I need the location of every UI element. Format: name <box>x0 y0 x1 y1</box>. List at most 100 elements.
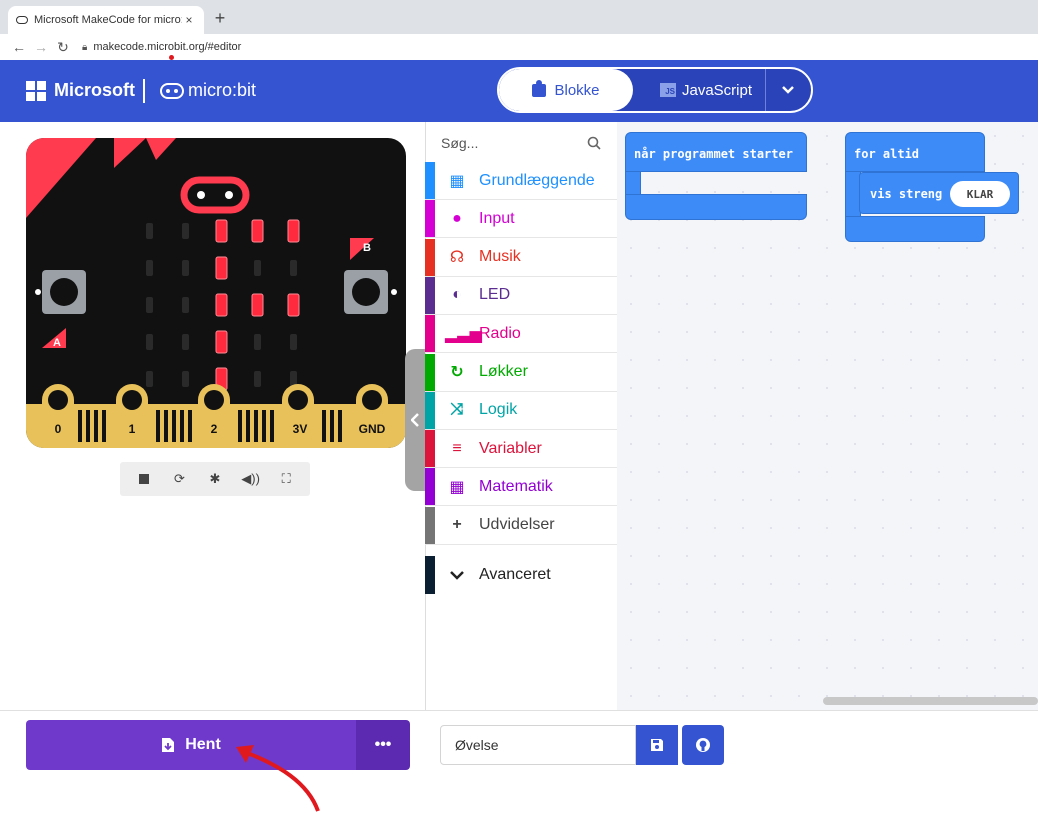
led-2-1 <box>182 297 189 313</box>
download-label: Hent <box>185 736 221 753</box>
category-label: Udvidelser <box>479 516 555 534</box>
category-label: Musik <box>479 248 521 266</box>
microsoft-squares-icon <box>26 80 46 101</box>
toolbox-search-input[interactable]: Søg... <box>425 126 617 160</box>
simulator-controls: ⟳ ✱ ◀)) ⛶ <box>120 462 310 496</box>
led-1-2 <box>215 256 228 280</box>
category-led[interactable]: ◐ LED <box>425 276 617 315</box>
category-icon: ≡ <box>452 439 462 457</box>
pin-label-3v: 3V <box>293 422 308 436</box>
category-label: Løkker <box>479 363 528 380</box>
category-logik[interactable]: ⤨ Logik <box>425 391 617 430</box>
pin-label-2: 2 <box>211 422 218 436</box>
led-2-0 <box>146 297 153 313</box>
category-udvidelser[interactable]: + Udvidelser <box>425 506 617 545</box>
chevron-left-icon <box>411 413 419 427</box>
forever-block[interactable]: for altid <box>845 132 985 172</box>
forward-icon[interactable]: → <box>30 39 52 55</box>
led-1-0 <box>146 260 153 276</box>
category-icon: ▂▃▅ <box>445 325 482 343</box>
more-options-button[interactable]: ••• <box>356 720 410 770</box>
category-icon: ▦ <box>449 478 465 496</box>
led-3-3 <box>254 334 261 350</box>
led-3-2 <box>215 330 228 354</box>
microsoft-logo[interactable]: Microsoft <box>26 80 135 101</box>
pin-label-1: 1 <box>129 422 136 436</box>
led-2-2 <box>215 293 228 317</box>
category-icon: ▦ <box>449 172 465 190</box>
category-label: LED <box>479 286 511 304</box>
category-advanced[interactable]: Avanceret <box>425 556 617 594</box>
forever-label: for altid <box>854 147 920 161</box>
tab-close-icon[interactable]: × <box>182 13 196 27</box>
category-icon: ↻ <box>450 364 464 381</box>
category-color-bar <box>425 162 435 199</box>
category-icon: + <box>452 516 462 534</box>
microsoft-label: Microsoft <box>54 80 135 100</box>
puzzle-piece-icon <box>532 79 547 97</box>
on-start-block-bottom <box>625 194 807 220</box>
category-radio[interactable]: ▂▃▅ Radio <box>425 315 617 354</box>
category-color-bar <box>425 391 435 429</box>
category-grundlæggende[interactable]: ▦ Grundlæggende <box>425 162 617 200</box>
show-string-label: vis streng <box>870 187 943 201</box>
category-color-bar <box>425 556 435 594</box>
mute-icon[interactable]: ◀)) <box>237 465 265 493</box>
back-icon[interactable]: ← <box>8 39 30 55</box>
category-label: Variabler <box>479 439 542 457</box>
javascript-tab[interactable]: JS JavaScript <box>648 69 764 111</box>
microbit-logo[interactable]: micro:bit <box>160 80 256 101</box>
pin-label-0: 0 <box>55 422 62 436</box>
category-label: Avanceret <box>479 566 551 583</box>
category-input[interactable]: ● Input <box>425 200 617 239</box>
restart-icon[interactable]: ⟳ <box>165 465 193 493</box>
button-a[interactable] <box>35 270 86 314</box>
button-b-label: B <box>363 242 371 254</box>
button-a-label: A <box>53 337 61 349</box>
category-label: Logik <box>479 401 518 419</box>
blocks-tab[interactable]: Blokke <box>499 69 633 111</box>
category-color-bar <box>425 315 435 353</box>
url-field[interactable]: 🔒︎ makecode.microbit.org/#editor <box>82 41 241 53</box>
address-bar: ← → ↻ 🔒︎ makecode.microbit.org/#editor <box>0 34 1038 60</box>
language-dropdown-button[interactable] <box>765 69 809 111</box>
pin-label-gnd: GND <box>359 422 386 436</box>
category-løkker[interactable]: ↻ Løkker <box>425 353 617 392</box>
on-start-label: når programmet starter <box>634 147 793 161</box>
reload-icon[interactable]: ↻ <box>52 39 74 56</box>
button-b[interactable] <box>344 270 397 314</box>
debug-icon[interactable]: ✱ <box>201 465 229 493</box>
save-button[interactable] <box>636 725 678 765</box>
show-string-block[interactable]: vis streng KLAR <box>859 172 1019 214</box>
category-matematik[interactable]: ▦ Matematik <box>425 468 617 507</box>
category-color-bar <box>425 238 435 276</box>
fullscreen-icon[interactable]: ⛶ <box>272 465 300 493</box>
category-icon: ● <box>452 209 462 227</box>
led-1-3 <box>254 260 261 276</box>
javascript-label: JavaScript <box>681 81 753 99</box>
led-0-3 <box>251 219 264 243</box>
blocks-workspace[interactable]: når programmet starter for altid vis str… <box>617 122 1038 710</box>
chevron-down-icon <box>450 571 464 580</box>
project-name-input[interactable] <box>440 725 636 765</box>
category-icon: ⤨ <box>450 401 464 419</box>
category-color-bar <box>425 430 435 468</box>
collapse-simulator-button[interactable] <box>405 349 425 491</box>
new-tab-button[interactable]: + <box>210 8 230 29</box>
on-start-block[interactable]: når programmet starter <box>625 132 807 172</box>
led-4-3 <box>254 371 261 387</box>
search-placeholder: Søg... <box>441 135 479 151</box>
workspace-scrollbar[interactable] <box>823 697 1038 705</box>
github-button[interactable] <box>682 725 724 765</box>
string-value-field[interactable]: KLAR <box>950 181 1010 207</box>
category-musik[interactable]: ☊ Musik <box>425 238 617 277</box>
category-label: Input <box>479 209 515 227</box>
led-0-1 <box>182 223 189 239</box>
stop-icon[interactable] <box>130 465 158 493</box>
browser-tab[interactable]: Microsoft MakeCode for micro:bit × <box>8 6 204 34</box>
category-color-bar <box>425 276 435 314</box>
led-0-0 <box>146 223 153 239</box>
category-variabler[interactable]: ≡ Variabler <box>425 430 617 469</box>
category-label: Grundlæggende <box>479 171 595 189</box>
led-3-1 <box>182 334 189 350</box>
